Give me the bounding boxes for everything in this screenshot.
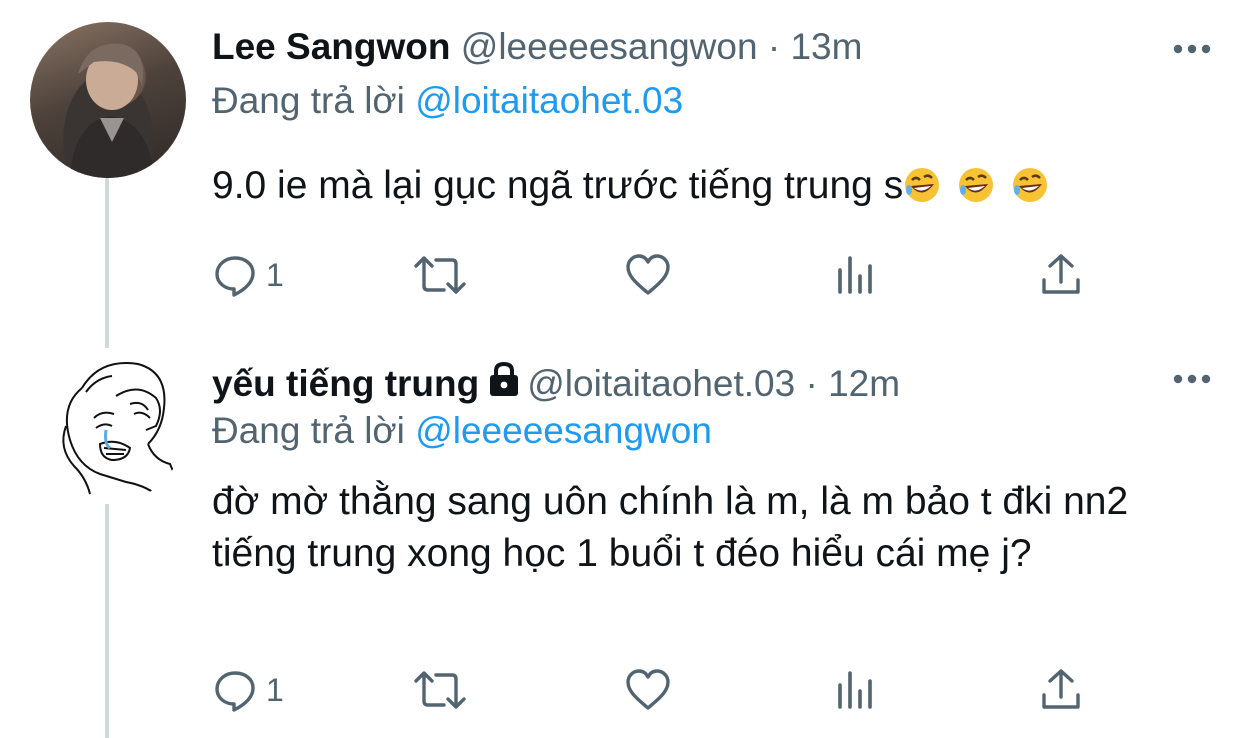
more-options-icon[interactable] <box>1172 372 1212 386</box>
timestamp[interactable]: 13m <box>790 26 862 67</box>
reply-button[interactable]: 1 <box>212 250 284 300</box>
replying-to-label: Đang trả lời <box>212 410 405 451</box>
reply-icon <box>215 671 255 712</box>
replying-to-handle[interactable]: @loitaitaohet.03 <box>415 80 683 121</box>
rolling-on-floor-laughing-icon <box>959 168 994 202</box>
display-name[interactable]: Lee Sangwon <box>212 26 450 67</box>
rolling-on-floor-laughing-icon <box>1013 168 1048 202</box>
replying-to-label: Đang trả lời <box>212 80 405 121</box>
tweet-text-content: 9.0 ie mà lại gục ngã trước tiếng trung … <box>212 164 904 207</box>
tweet[interactable]: Lee Sangwon @leeeeesangwon · 13m Đang tr… <box>0 0 1242 340</box>
profile-photo <box>70 43 154 178</box>
avatar[interactable] <box>30 22 186 178</box>
reply-count: 1 <box>266 256 284 293</box>
bar-chart-icon <box>838 671 872 709</box>
retweet-button[interactable] <box>412 665 468 715</box>
tweet-text: đờ mờ thằng sang uôn chính là m, là m bả… <box>212 476 1187 580</box>
like-button[interactable] <box>624 250 672 300</box>
timestamp[interactable]: 12m <box>828 363 900 404</box>
retweet-button[interactable] <box>412 250 468 300</box>
tweet-text: 9.0 ie mà lại gục ngã trước tiếng trung … <box>212 160 1202 212</box>
tweet[interactable]: yếu tiếng trung @loitaitaohet.03 · 12m Đ… <box>0 340 1242 726</box>
views-button[interactable] <box>832 665 878 715</box>
retweet-icon <box>414 256 466 294</box>
share-icon <box>1042 669 1080 709</box>
reply-icon <box>215 256 255 297</box>
lock-icon <box>490 361 519 396</box>
separator-dot: · <box>767 26 781 67</box>
heart-icon <box>626 254 670 295</box>
separator-dot: · <box>805 363 818 404</box>
heart-icon <box>626 669 670 710</box>
retweet-icon <box>414 671 466 709</box>
replying-to: Đang trả lời @loitaitaohet.03 <box>212 80 683 122</box>
share-button[interactable] <box>1038 250 1084 300</box>
tweet-text-content: đờ mờ thằng sang uôn chính là m, là m bả… <box>212 480 1140 575</box>
reply-count: 1 <box>266 671 284 708</box>
replying-to: Đang trả lời @leeeeesangwon <box>212 410 712 452</box>
tweet-header: yếu tiếng trung @loitaitaohet.03 · 12m <box>212 360 900 405</box>
tweet-header: Lee Sangwon @leeeeesangwon · 13m <box>212 26 862 68</box>
reply-button[interactable]: 1 <box>212 665 284 715</box>
like-button[interactable] <box>624 665 672 715</box>
user-handle[interactable]: @leeeeesangwon <box>461 26 758 67</box>
share-icon <box>1042 254 1080 294</box>
bar-chart-icon <box>838 256 872 294</box>
tweet-actions: 1 <box>212 250 1112 300</box>
tweet-actions: 1 <box>212 665 1112 715</box>
crying-wojak-drawing <box>62 362 177 499</box>
more-options-icon[interactable] <box>1172 42 1212 56</box>
avatar[interactable] <box>30 348 186 504</box>
views-button[interactable] <box>832 250 878 300</box>
rolling-on-floor-laughing-icon <box>905 168 940 202</box>
display-name[interactable]: yếu tiếng trung <box>212 363 479 404</box>
replying-to-handle[interactable]: @leeeeesangwon <box>415 410 712 451</box>
share-button[interactable] <box>1038 665 1084 715</box>
user-handle[interactable]: @loitaitaohet.03 <box>527 363 795 404</box>
